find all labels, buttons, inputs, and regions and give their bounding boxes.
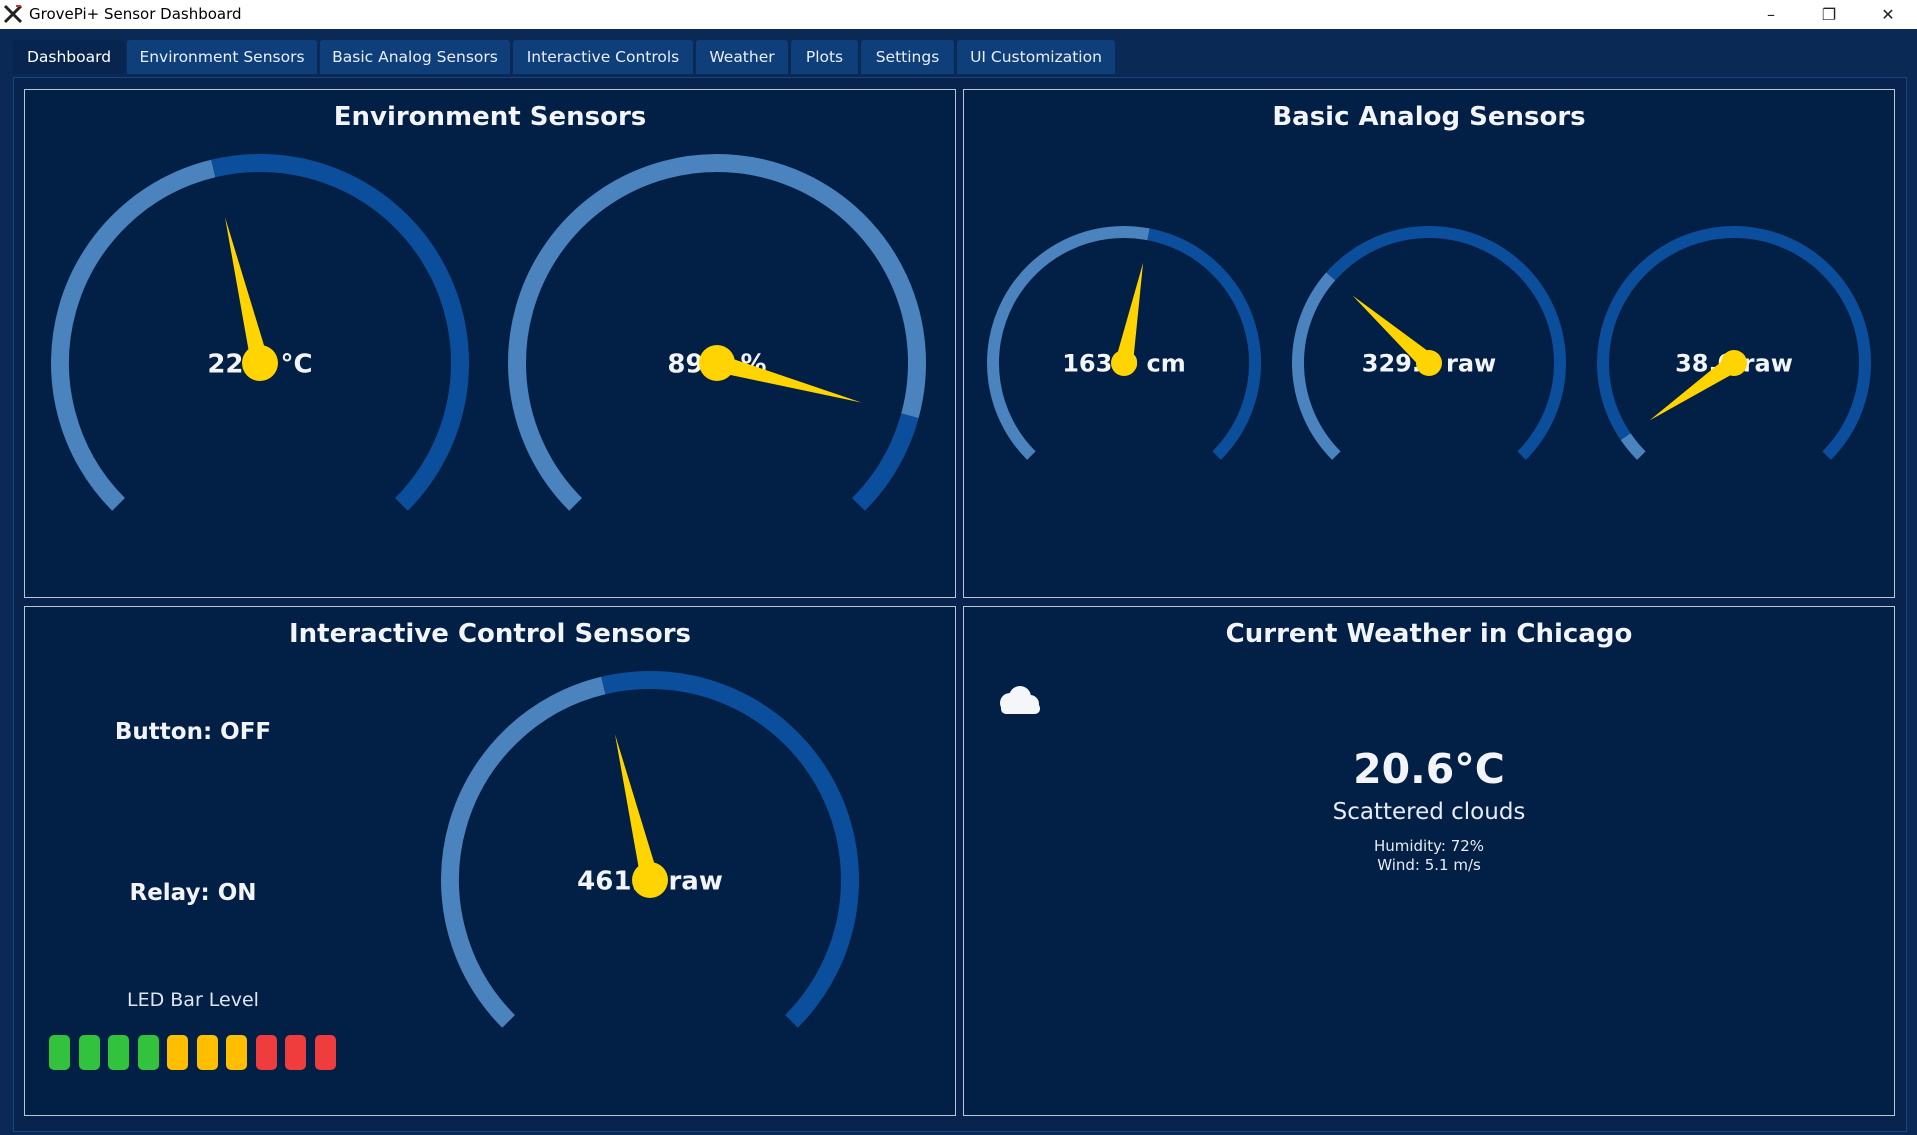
interactive-panel: Interactive Control Sensors Button: OFF … <box>24 606 956 1116</box>
weather-wind: Wind: 5.1 m/s <box>1377 856 1481 874</box>
weather-humidity: Humidity: 72% <box>1373 837 1485 855</box>
gauge-needle-hub <box>1111 350 1137 376</box>
title-bar: GrovePi+ Sensor Dashboard – ❐ ✕ <box>0 0 1917 29</box>
tab-bar: Dashboard Environment Sensors Basic Anal… <box>0 29 1917 77</box>
environment-gauges: 22.0 °C 89.0 % <box>51 154 926 511</box>
panel-title: Current Weather in Chicago <box>1225 619 1633 649</box>
distance-gauge: 163.0 cm <box>987 226 1261 460</box>
cloud-icon <box>1000 686 1040 714</box>
minimize-button[interactable]: – <box>1742 0 1800 29</box>
tab-basic-analog-sensors[interactable]: Basic Analog Sensors <box>320 40 510 74</box>
rotary-angle-gauge: 461.0 raw <box>441 671 859 1028</box>
tab-interactive-controls[interactable]: Interactive Controls <box>513 40 693 74</box>
close-button[interactable]: ✕ <box>1859 0 1917 29</box>
gauge-needle-hub <box>242 345 278 381</box>
gauge-value-arc <box>51 159 216 511</box>
gauge-remaining-arc <box>851 413 919 511</box>
window-title: GrovePi+ Sensor Dashboard <box>29 5 242 23</box>
environment-panel: Environment Sensors 22.0 °C 89.0 % <box>24 89 956 598</box>
gauge-remaining-arc <box>1326 226 1566 460</box>
gauge-needle-hub <box>1416 350 1442 376</box>
gauge-remaining-arc <box>1147 228 1261 460</box>
tab-dashboard[interactable]: Dashboard <box>13 40 125 74</box>
tab-weather[interactable]: Weather <box>696 40 788 74</box>
weather-temperature: 20.6°C <box>1353 745 1505 793</box>
app-x-icon <box>3 4 23 24</box>
gauge-needle <box>224 217 269 366</box>
tab-plots[interactable]: Plots <box>791 40 858 74</box>
weather-panel: Current Weather in Chicago 20.6°C Scatte… <box>963 606 1895 1116</box>
gauge-remaining-arc <box>1597 226 1871 460</box>
light-sensor-gauge: 329.0 raw <box>1292 226 1566 460</box>
rotary-gauge: 461.0 raw <box>441 671 859 1028</box>
temperature-gauge: 22.0 °C <box>51 154 469 511</box>
analog-gauges: 163.0 cm 329.0 raw 38.0 raw <box>987 226 1871 460</box>
restore-button[interactable]: ❐ <box>1800 0 1858 29</box>
tab-settings[interactable]: Settings <box>861 40 954 74</box>
gauge-needle <box>614 734 659 883</box>
tab-environment-sensors[interactable]: Environment Sensors <box>127 40 317 74</box>
gauge-value-arc <box>1292 272 1341 460</box>
gauge-value-arc <box>1620 433 1646 460</box>
gauge-needle-hub <box>632 862 668 898</box>
gauge-value-arc <box>441 676 606 1028</box>
tab-ui-customization[interactable]: UI Customization <box>957 40 1115 74</box>
sound-sensor-gauge: 38.0 raw <box>1597 226 1871 460</box>
gauge-needle-hub <box>699 345 735 381</box>
humidity-gauge: 89.0 % <box>508 154 926 511</box>
weather-description: Scattered clouds <box>1332 799 1526 825</box>
gauge-needle-hub <box>1721 350 1747 376</box>
analog-panel: Basic Analog Sensors 163.0 cm 329.0 raw … <box>963 89 1895 598</box>
gauge-value-arc <box>508 154 926 511</box>
